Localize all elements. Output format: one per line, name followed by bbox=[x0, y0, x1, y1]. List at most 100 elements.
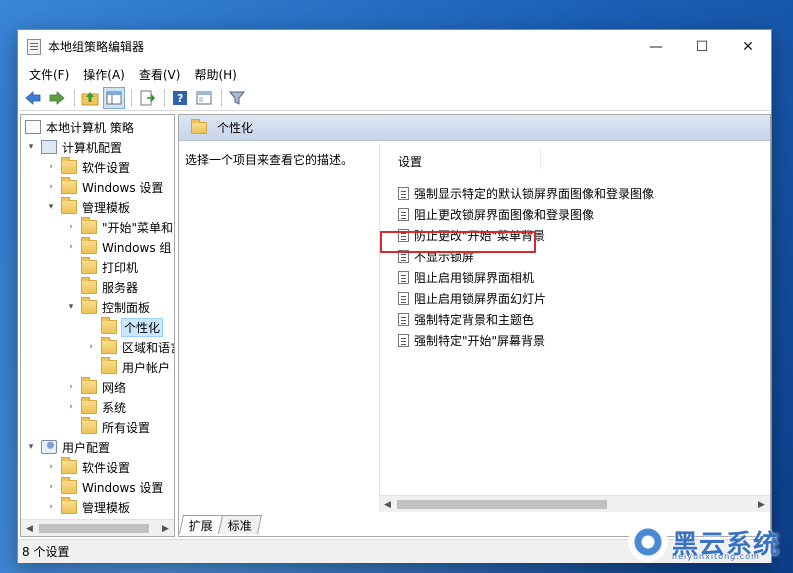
policy-setting-icon bbox=[398, 334, 409, 347]
tree-node-computer-config[interactable]: ▾ 计算机配置 bbox=[25, 137, 122, 157]
tree-node-region-language[interactable]: › 区域和语言 bbox=[85, 337, 174, 357]
folder-icon bbox=[61, 197, 77, 214]
tree-node-printers[interactable]: 打印机 bbox=[81, 257, 138, 277]
tree-node-label: 控制面板 bbox=[102, 300, 151, 315]
scrollbar-thumb[interactable] bbox=[39, 524, 149, 533]
setting-item[interactable]: 阻止启用锁屏界面幻灯片 bbox=[398, 288, 546, 309]
tree-node-label: 软件设置 bbox=[82, 160, 131, 175]
setting-label: 强制显示特定的默认锁屏界面图像和登录图像 bbox=[414, 187, 655, 201]
help-icon[interactable]: ? bbox=[169, 87, 191, 109]
watermark-logo: 黑云系统 heiyunxitong.com bbox=[628, 522, 780, 562]
tree-node-admin-templates[interactable]: ▾ 管理模板 bbox=[45, 197, 130, 217]
tree-node-user-admin-templates[interactable]: › 管理模板 bbox=[45, 497, 130, 517]
column-divider[interactable] bbox=[540, 147, 541, 169]
chevron-right-icon[interactable]: › bbox=[65, 382, 77, 392]
scroll-left-icon[interactable]: ◀ bbox=[21, 520, 38, 536]
toolbar: ? bbox=[18, 85, 771, 111]
chevron-right-icon[interactable]: › bbox=[45, 162, 57, 172]
tree-node-user-accounts[interactable]: 用户帐户 bbox=[101, 357, 170, 377]
setting-item[interactable]: 强制显示特定的默认锁屏界面图像和登录图像 bbox=[398, 183, 654, 204]
chevron-right-icon[interactable]: › bbox=[65, 242, 77, 252]
setting-item[interactable]: 阻止更改锁屏界面图像和登录图像 bbox=[398, 204, 594, 225]
tree-node-personalization[interactable]: 个性化 bbox=[101, 317, 164, 337]
settings-horizontal-scrollbar[interactable]: ◀ ▶ bbox=[379, 495, 770, 512]
up-folder-icon[interactable] bbox=[79, 87, 101, 109]
chevron-right-icon[interactable]: › bbox=[45, 462, 57, 472]
watermark-url: heiyunxitong.com bbox=[672, 552, 760, 561]
properties-icon[interactable] bbox=[193, 87, 215, 109]
chevron-down-icon[interactable]: ▾ bbox=[65, 302, 77, 312]
tree-node-user-software-settings[interactable]: › 软件设置 bbox=[45, 457, 130, 477]
chevron-right-icon[interactable]: › bbox=[45, 182, 57, 192]
folder-icon bbox=[81, 237, 97, 254]
setting-item[interactable]: 阻止启用锁屏界面相机 bbox=[398, 267, 534, 288]
folder-icon bbox=[61, 177, 77, 194]
chevron-down-icon[interactable]: ▾ bbox=[25, 142, 37, 152]
folder-icon bbox=[81, 397, 97, 414]
filter-icon[interactable] bbox=[226, 87, 248, 109]
tree-node-label: 用户配置 bbox=[62, 440, 111, 455]
scrollbar-thumb[interactable] bbox=[397, 500, 607, 509]
svg-text:?: ? bbox=[177, 92, 183, 105]
menu-view[interactable]: 查看(V) bbox=[132, 66, 188, 83]
tree-node-windows-settings[interactable]: › Windows 设置 bbox=[45, 177, 163, 197]
scroll-right-icon[interactable]: ▶ bbox=[157, 520, 174, 536]
tree-node-user-config[interactable]: ▾ 用户配置 bbox=[25, 437, 110, 457]
setting-label: 阻止更改锁屏界面图像和登录图像 bbox=[414, 208, 595, 222]
description-text: 选择一个项目来查看它的描述。 bbox=[185, 153, 354, 167]
tree-horizontal-scrollbar[interactable]: ◀ ▶ bbox=[21, 519, 174, 536]
tree-node-local-policy[interactable]: 本地计算机 策略 bbox=[25, 117, 134, 137]
folder-icon bbox=[81, 417, 97, 434]
tree-node-label: Windows 组 bbox=[102, 240, 172, 255]
navigation-tree: 本地计算机 策略 ▾ 计算机配置 › 软件设置 › Windows 设置 ▾ 管… bbox=[20, 114, 175, 537]
tree-node-start-menu[interactable]: › "开始"菜单和 bbox=[65, 217, 173, 237]
scroll-left-icon[interactable]: ◀ bbox=[379, 496, 396, 513]
chevron-down-icon[interactable]: ▾ bbox=[45, 202, 57, 212]
tab-extended[interactable]: 扩展 bbox=[179, 515, 224, 534]
menu-action[interactable]: 操作(A) bbox=[76, 66, 132, 83]
toolbar-separator bbox=[221, 88, 222, 107]
minimize-button[interactable]: — bbox=[633, 30, 679, 63]
tree-node-label: 系统 bbox=[102, 400, 127, 415]
folder-icon bbox=[81, 297, 97, 314]
tree-node-user-windows-settings[interactable]: › Windows 设置 bbox=[45, 477, 163, 497]
tree-node-control-panel[interactable]: ▾ 控制面板 bbox=[65, 297, 150, 317]
tree-node-label: 服务器 bbox=[102, 280, 139, 295]
chevron-right-icon[interactable]: › bbox=[45, 502, 57, 512]
tree-node-software-settings[interactable]: › 软件设置 bbox=[45, 157, 130, 177]
tree-node-label: 管理模板 bbox=[82, 200, 131, 215]
menu-help[interactable]: 帮助(H) bbox=[187, 66, 243, 83]
back-icon[interactable] bbox=[22, 87, 44, 109]
scroll-right-icon[interactable]: ▶ bbox=[753, 496, 770, 513]
tree-node-system[interactable]: › 系统 bbox=[65, 397, 126, 417]
chevron-down-icon[interactable]: ▾ bbox=[25, 442, 37, 452]
toolbar-separator bbox=[164, 88, 165, 107]
tree-node-windows-components[interactable]: › Windows 组 bbox=[65, 237, 171, 257]
title-bar[interactable]: 本地组策略编辑器 — ☐ ✕ bbox=[18, 30, 771, 63]
menu-file[interactable]: 文件(F) bbox=[22, 66, 76, 83]
show-tree-icon[interactable] bbox=[103, 86, 125, 109]
tree-node-server[interactable]: 服务器 bbox=[81, 277, 138, 297]
folder-icon bbox=[81, 257, 97, 274]
settings-list: 设置 强制显示特定的默认锁屏界面图像和登录图像 阻止更改锁屏界面图像和登录图像 … bbox=[379, 143, 744, 495]
column-header-setting[interactable]: 设置 bbox=[398, 153, 422, 170]
close-button[interactable]: ✕ bbox=[725, 30, 771, 63]
chevron-right-icon[interactable]: › bbox=[65, 222, 77, 232]
tree-node-all-settings[interactable]: 所有设置 bbox=[81, 417, 150, 437]
setting-item[interactable]: 强制特定"开始"屏幕背景 bbox=[398, 330, 545, 351]
export-icon[interactable] bbox=[136, 87, 158, 109]
tab-standard[interactable]: 标准 bbox=[217, 515, 263, 534]
red-highlight-box bbox=[380, 231, 536, 253]
tree-node-label: 本地计算机 策略 bbox=[46, 120, 134, 135]
group-policy-editor-window: 本地组策略编辑器 — ☐ ✕ 文件(F) 操作(A) 查看(V) 帮助(H) ?… bbox=[17, 29, 772, 563]
chevron-right-icon[interactable]: › bbox=[85, 342, 97, 352]
policy-setting-icon bbox=[398, 208, 409, 221]
tree-node-network[interactable]: › 网络 bbox=[65, 377, 126, 397]
setting-item[interactable]: 强制特定背景和主题色 bbox=[398, 309, 534, 330]
maximize-button[interactable]: ☐ bbox=[679, 30, 725, 63]
tree-node-label: 打印机 bbox=[102, 260, 139, 275]
folder-icon bbox=[61, 157, 77, 174]
chevron-right-icon[interactable]: › bbox=[65, 402, 77, 412]
chevron-right-icon[interactable]: › bbox=[45, 482, 57, 492]
forward-icon[interactable] bbox=[46, 87, 68, 109]
